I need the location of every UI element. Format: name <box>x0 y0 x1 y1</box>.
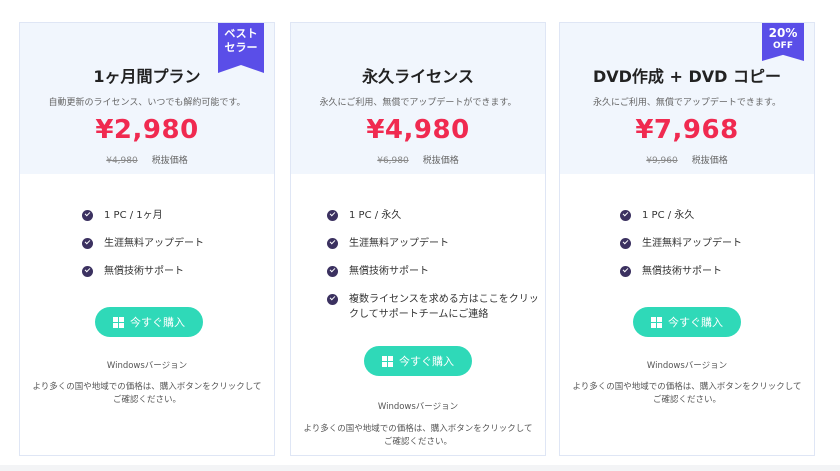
feature-item: 1 PC / 永久 <box>327 208 541 223</box>
windows-icon <box>113 316 124 328</box>
check-icon <box>327 294 338 305</box>
feature-text: 1 PC / 永久 <box>642 210 695 221</box>
tax-label: 税抜価格 <box>151 156 188 166</box>
check-icon <box>620 266 631 277</box>
tax-label: 税抜価格 <box>691 156 728 166</box>
feature-item: 1 PC / 永久 <box>620 208 742 223</box>
feature-text: 生涯無料アップデート <box>349 238 449 249</box>
feature-item: 無償技術サポート <box>327 264 541 279</box>
buy-label: 今すぐ購入 <box>399 355 454 368</box>
version-label: Windowsバージョン <box>377 402 459 412</box>
check-icon <box>82 238 93 249</box>
plan-price: ¥7,968 <box>635 115 739 145</box>
feature-list: 1 PC / 永久 生涯無料アップデート 無償技術サポート <box>620 208 742 292</box>
feature-text: 1 PC / 1ヶ月 <box>104 210 163 221</box>
feature-text: 複数ライセンスを求める方はここをクリックしてサポートチームにご連絡 <box>349 294 539 320</box>
plan-card-bundle: 20% OFF DVD作成 + DVD コピー 永久にご利用、無償でアップデート… <box>559 22 815 456</box>
feature-text: 生涯無料アップデート <box>104 238 204 249</box>
feature-item: 無償技術サポート <box>82 264 204 279</box>
plan-subtitle: 永久にご利用、無償でアップデートができます。 <box>319 98 517 108</box>
plan-card-monthly: ベスト セラー 1ヶ月間プラン 自動更新のライセンス、いつでも解約可能です。 ¥… <box>19 22 275 456</box>
check-icon <box>327 210 338 221</box>
badge-line-1: 20% <box>768 26 798 40</box>
feature-text: 1 PC / 永久 <box>349 210 402 221</box>
check-icon <box>82 266 93 277</box>
check-icon <box>327 266 338 277</box>
buy-now-button[interactable]: 今すぐ購入 <box>364 346 472 376</box>
plan-card-lifetime: 永久ライセンス 永久にご利用、無償でアップデートができます。 ¥4,980 ¥6… <box>290 22 546 456</box>
feature-item: 1 PC / 1ヶ月 <box>82 208 204 223</box>
version-label: Windowsバージョン <box>106 361 188 371</box>
check-icon <box>620 238 631 249</box>
feature-text: 無償技術サポート <box>642 266 722 277</box>
buy-now-button[interactable]: 今すぐ購入 <box>633 307 741 337</box>
feature-list: 1 PC / 永久 生涯無料アップデート 無償技術サポート 複数ライセンスを求め… <box>327 208 541 335</box>
price-row: ¥6,980 税抜価格 <box>291 153 545 166</box>
plan-title: 1ヶ月間プラン <box>93 67 201 86</box>
plan-price: ¥4,980 <box>366 115 470 145</box>
check-icon <box>620 210 631 221</box>
feature-item: 生涯無料アップデート <box>82 236 204 251</box>
badge-line-2: セラー <box>224 41 258 54</box>
page-bottom-divider <box>0 465 840 471</box>
feature-item: 無償技術サポート <box>620 264 742 279</box>
plan-subtitle: 永久にご利用、無償でアップデートできます。 <box>593 98 781 108</box>
old-price: ¥6,980 <box>377 156 409 166</box>
tax-label: 税抜価格 <box>422 156 459 166</box>
badge-line-1: ベスト <box>224 27 258 40</box>
feature-text: 無償技術サポート <box>104 266 184 277</box>
badge-line-2: OFF <box>773 41 793 51</box>
plan-title: 永久ライセンス <box>362 67 474 86</box>
plan-price: ¥2,980 <box>95 115 199 145</box>
check-icon <box>82 210 93 221</box>
pricing-note: より多くの国や地域での価格は、購入ボタンをクリックしてご確認ください。 <box>32 382 262 405</box>
plan-header: 20% OFF DVD作成 + DVD コピー 永久にご利用、無償でアップデート… <box>560 23 814 174</box>
feature-item-contact[interactable]: 複数ライセンスを求める方はここをクリックしてサポートチームにご連絡 <box>327 292 541 322</box>
check-icon <box>327 238 338 249</box>
pricing-note: より多くの国や地域での価格は、購入ボタンをクリックしてご確認ください。 <box>303 424 533 447</box>
plan-header: 永久ライセンス 永久にご利用、無償でアップデートができます。 ¥4,980 ¥6… <box>291 23 545 174</box>
price-row: ¥9,960 税抜価格 <box>560 153 814 166</box>
version-label: Windowsバージョン <box>646 361 728 371</box>
feature-item: 生涯無料アップデート <box>327 236 541 251</box>
feature-list: 1 PC / 1ヶ月 生涯無料アップデート 無償技術サポート <box>82 208 204 292</box>
discount-badge: 20% OFF <box>762 23 804 61</box>
plan-subtitle: 自動更新のライセンス、いつでも解約可能です。 <box>48 98 246 108</box>
buy-label: 今すぐ購入 <box>668 316 723 329</box>
feature-item: 生涯無料アップデート <box>620 236 742 251</box>
feature-text: 無償技術サポート <box>349 266 429 277</box>
old-price: ¥4,980 <box>106 156 138 166</box>
windows-icon <box>651 316 662 328</box>
feature-text: 生涯無料アップデート <box>642 238 742 249</box>
plan-header: ベスト セラー 1ヶ月間プラン 自動更新のライセンス、いつでも解約可能です。 ¥… <box>20 23 274 174</box>
pricing-note: より多くの国や地域での価格は、購入ボタンをクリックしてご確認ください。 <box>572 382 802 405</box>
price-row: ¥4,980 税抜価格 <box>20 153 274 166</box>
buy-label: 今すぐ購入 <box>130 316 185 329</box>
windows-icon <box>382 355 393 367</box>
buy-now-button[interactable]: 今すぐ購入 <box>95 307 203 337</box>
plan-title: DVD作成 + DVD コピー <box>592 67 781 86</box>
old-price: ¥9,960 <box>646 156 678 166</box>
